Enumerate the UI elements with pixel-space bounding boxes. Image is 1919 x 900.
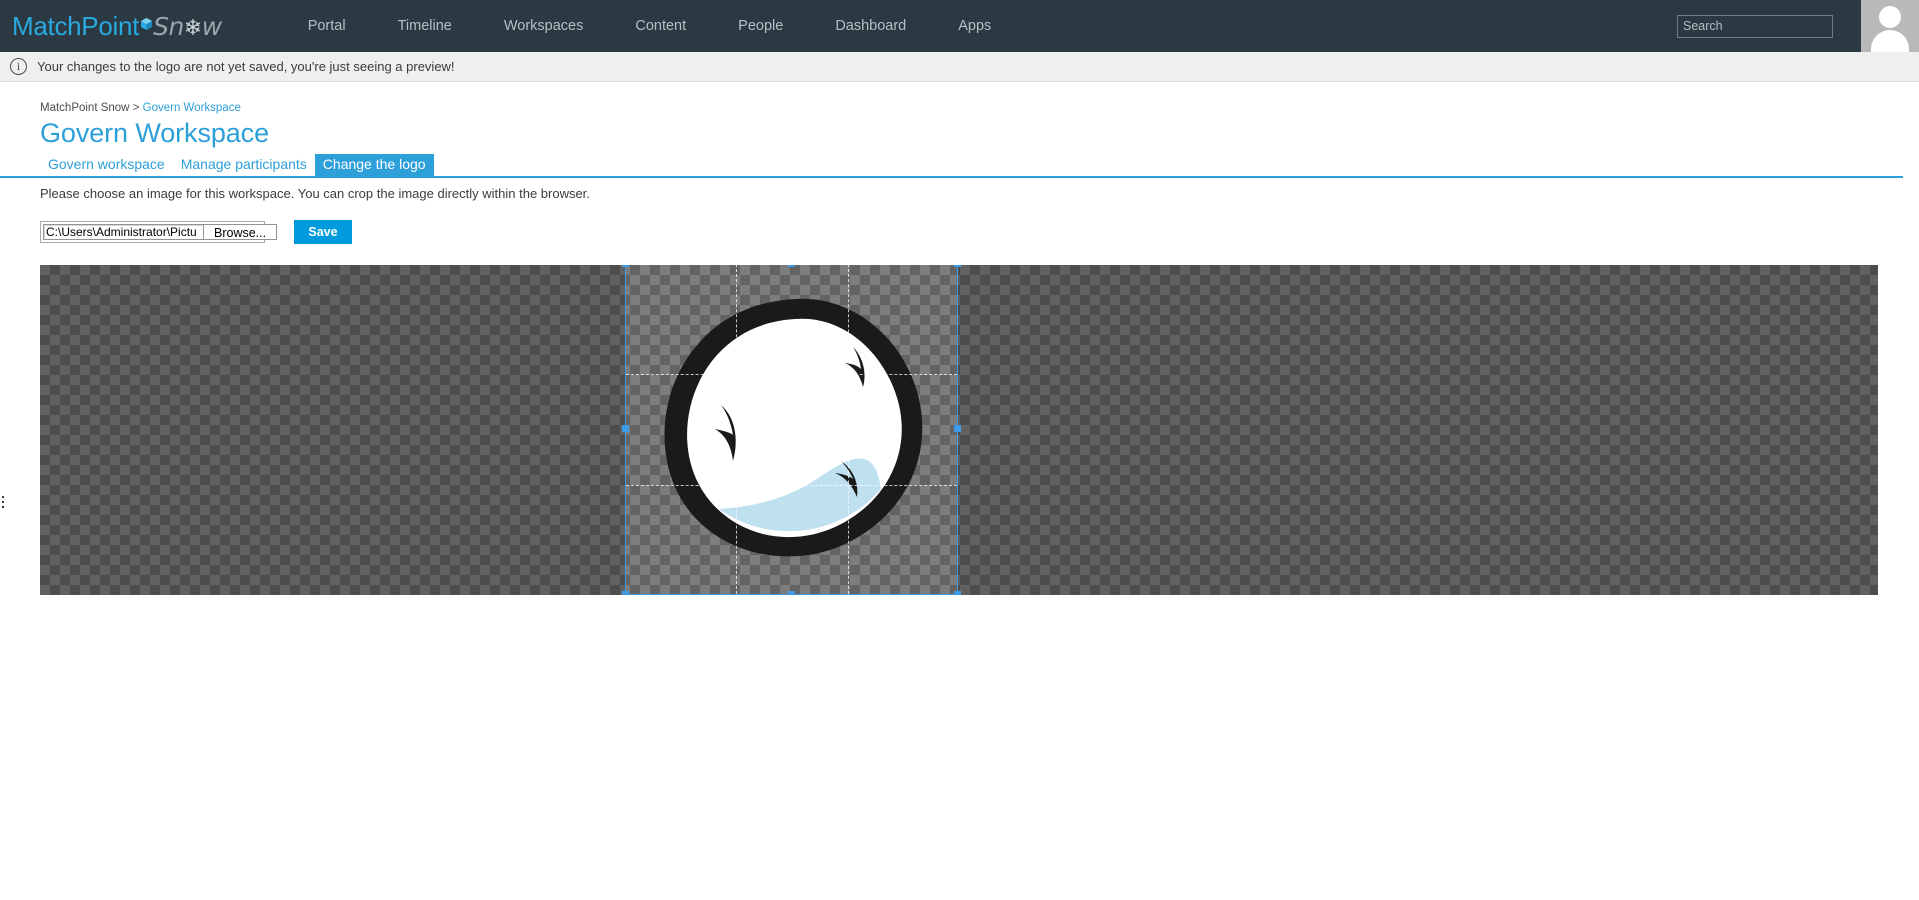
tab-govern-workspace[interactable]: Govern workspace — [40, 154, 173, 176]
nav-item-content[interactable]: Content — [609, 0, 712, 52]
main-nav-items: Portal Timeline Workspaces Content Peopl… — [282, 0, 1018, 52]
search-input[interactable] — [1677, 14, 1833, 38]
crop-handle-n[interactable] — [787, 265, 795, 267]
crop-handle-nw[interactable] — [622, 265, 629, 267]
tab-change-the-logo[interactable]: Change the logo — [314, 154, 434, 176]
file-path-input[interactable] — [43, 224, 203, 240]
nav-item-portal[interactable]: Portal — [282, 0, 372, 52]
avatar-body-shape — [1871, 30, 1909, 52]
drag-dot — [2, 506, 4, 508]
breadcrumb-current[interactable]: Govern Workspace — [143, 102, 241, 114]
crop-handle-s[interactable] — [787, 591, 795, 595]
brand-secondary-pre: Sn — [153, 11, 184, 41]
snowflake-icon: ❄ — [183, 15, 202, 41]
brand-name-primary: MatchPoint — [12, 10, 140, 41]
notice-message: Your changes to the logo are not yet sav… — [37, 59, 455, 74]
panel-drag-handle[interactable] — [2, 496, 4, 508]
nav-item-workspaces[interactable]: Workspaces — [478, 0, 610, 52]
page-content: MatchPoint Snow > Govern Workspace Gover… — [0, 82, 1919, 595]
drag-dot — [2, 496, 4, 498]
drag-dot — [2, 501, 4, 503]
image-crop-editor[interactable] — [40, 265, 1878, 595]
brand-secondary-post: w — [201, 11, 222, 41]
info-icon: i — [10, 58, 27, 75]
crop-handle-w[interactable] — [622, 425, 629, 432]
avatar-head-shape — [1879, 6, 1901, 28]
brand-logo[interactable]: MatchPoint Sn❄w — [12, 11, 222, 42]
crop-handle-e[interactable] — [954, 425, 961, 432]
crop-handle-sw[interactable] — [622, 591, 629, 595]
top-navigation-bar: MatchPoint Sn❄w Portal Timeline Workspac… — [0, 0, 1919, 52]
crop-handle-ne[interactable] — [954, 265, 961, 267]
crop-handle-se[interactable] — [954, 591, 961, 595]
browse-button[interactable]: Browse... — [203, 224, 278, 240]
nav-item-timeline[interactable]: Timeline — [372, 0, 478, 52]
brand-name-secondary: Sn❄w — [153, 12, 222, 41]
tab-bar: Govern workspace Manage participants Cha… — [0, 154, 1903, 178]
breadcrumb-separator: > — [132, 102, 140, 114]
page-title: Govern Workspace — [40, 118, 269, 148]
nav-item-apps[interactable]: Apps — [932, 0, 1017, 52]
avatar-icon — [1861, 0, 1919, 52]
nav-item-people[interactable]: People — [712, 0, 809, 52]
nav-right-group — [1677, 0, 1919, 52]
tab-manage-participants[interactable]: Manage participants — [173, 154, 315, 176]
save-button[interactable]: Save — [294, 220, 352, 244]
avatar[interactable] — [1861, 0, 1919, 52]
nav-item-dashboard[interactable]: Dashboard — [809, 0, 932, 52]
cube-icon — [140, 17, 153, 31]
page-description: Please choose an image for this workspac… — [40, 186, 590, 201]
preview-notification-bar: i Your changes to the logo are not yet s… — [0, 52, 1919, 82]
logo-upload-form: Browse... Save — [0, 220, 1919, 244]
file-picker: Browse... — [40, 221, 278, 243]
crop-selection[interactable] — [622, 265, 961, 595]
breadcrumb: MatchPoint Snow > Govern Workspace — [0, 82, 1919, 114]
breadcrumb-root: MatchPoint Snow — [40, 102, 130, 114]
